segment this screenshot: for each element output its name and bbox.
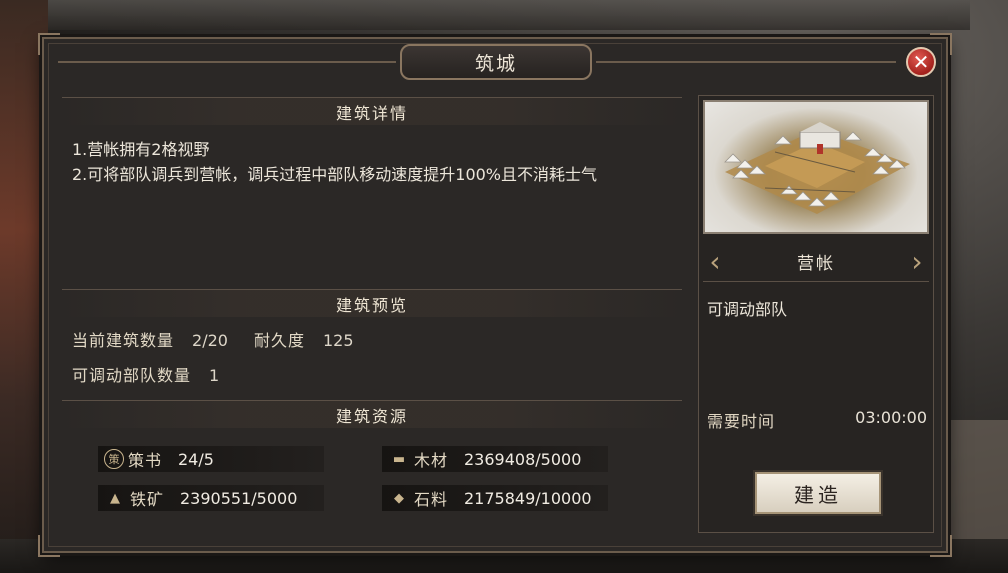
resource-name: 铁矿	[130, 490, 165, 509]
building-image	[703, 100, 929, 234]
details-heading: 建筑详情	[62, 97, 682, 125]
building-panel: ‹ 营帐 › 可调动部队 需要时间 03:00:00 建造	[698, 95, 934, 533]
troops-value: 1	[209, 366, 220, 385]
details-text: 1.营帐拥有2格视野 2.可将部队调兵到营帐，调兵过程中部队移动速度提升100%…	[72, 137, 682, 187]
durability-label: 耐久度	[253, 331, 305, 350]
background-map-strip	[938, 420, 1008, 540]
info-panel: 建筑详情 1.营帐拥有2格视野 2.可将部队调兵到营帐，调兵过程中部队移动速度提…	[62, 95, 682, 533]
building-selector: ‹ 营帐 ›	[703, 242, 929, 282]
resource-wood: ▬ 木材 2369408/5000	[382, 446, 608, 472]
chevron-left-icon: ‹	[709, 245, 721, 278]
resource-stone: ◆ 石料 2175849/10000	[382, 485, 608, 511]
build-time-value: 03:00:00	[855, 408, 927, 427]
details-line: 1.营帐拥有2格视野	[72, 140, 210, 159]
preview-row-troops: 可调动部队数量 1	[72, 362, 245, 386]
build-time-label: 需要时间	[707, 412, 776, 431]
building-count-value: 2/20	[192, 331, 228, 350]
build-dialog: 筑城 ✕ 建筑详情 1.营帐拥有2格视野 2.可将部队调兵到营帐，调兵过程中部队…	[38, 33, 952, 557]
resource-name: 策书	[128, 451, 163, 470]
resource-value: 2369408/5000	[464, 449, 582, 469]
troops-label: 可调动部队数量	[72, 366, 192, 385]
resource-value: 24/5	[178, 449, 214, 469]
stone-icon: ◆	[394, 490, 404, 506]
resource-name: 木材	[414, 451, 449, 470]
preview-heading: 建筑预览	[62, 289, 682, 317]
iron-icon: ▲	[110, 490, 120, 506]
background-character	[0, 0, 48, 573]
build-time-row: 需要时间 03:00:00	[707, 408, 927, 432]
dialog-title: 筑城	[400, 44, 592, 80]
resource-iron: ▲ 铁矿 2390551/5000	[98, 485, 324, 511]
prev-building-button[interactable]: ‹	[703, 245, 727, 279]
close-button[interactable]: ✕	[906, 47, 936, 77]
resource-value: 2175849/10000	[464, 488, 592, 508]
decree-icon: 策	[104, 449, 124, 469]
building-name: 营帐	[797, 254, 835, 274]
durability-value: 125	[322, 331, 354, 350]
next-building-button[interactable]: ›	[905, 245, 929, 279]
resources-heading: 建筑资源	[62, 400, 682, 428]
title-rule-right	[596, 61, 896, 63]
details-line: 2.可将部队调兵到营帐，调兵过程中部队移动速度提升100%且不消耗士气	[72, 165, 598, 184]
title-rule-left	[58, 61, 396, 63]
resource-name: 石料	[414, 490, 449, 509]
close-icon: ✕	[912, 50, 930, 74]
background-top-strip	[40, 0, 970, 30]
frame-corner	[38, 33, 60, 55]
frame-corner	[930, 535, 952, 557]
frame-corner	[38, 535, 60, 557]
wood-icon: ▬	[392, 451, 406, 467]
build-button[interactable]: 建造	[755, 472, 881, 514]
frame-corner	[930, 33, 952, 55]
building-description: 可调动部队	[707, 300, 788, 319]
building-count-label: 当前建筑数量	[72, 331, 175, 350]
chevron-right-icon: ›	[911, 245, 923, 278]
resource-value: 2390551/5000	[180, 488, 298, 508]
camp-illustration	[724, 122, 910, 214]
preview-row-count: 当前建筑数量 2/20 耐久度 125	[72, 327, 380, 351]
resource-decree: 策 策书 24/5	[98, 446, 324, 472]
